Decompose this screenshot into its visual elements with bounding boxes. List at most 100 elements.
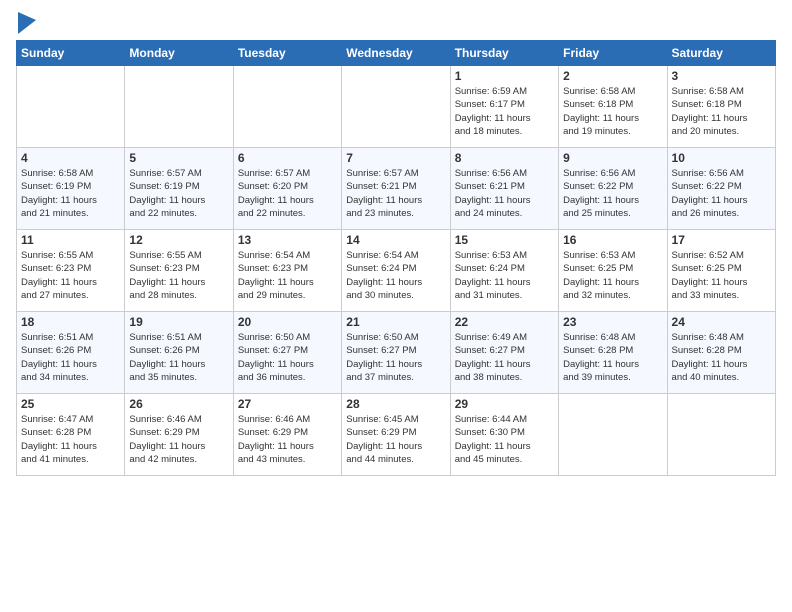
calendar-day-header: Thursday	[450, 41, 558, 66]
calendar-cell: 23 Sunrise: 6:48 AM Sunset: 6:28 PM Dayli…	[559, 312, 667, 394]
day-number: 10	[672, 151, 771, 165]
calendar-cell	[559, 394, 667, 476]
day-number: 1	[455, 69, 554, 83]
day-number: 20	[238, 315, 337, 329]
calendar-day-header: Tuesday	[233, 41, 341, 66]
day-number: 8	[455, 151, 554, 165]
cell-info: Sunrise: 6:58 AM Sunset: 6:18 PM Dayligh…	[563, 85, 662, 138]
day-number: 16	[563, 233, 662, 247]
day-number: 7	[346, 151, 445, 165]
cell-info: Sunrise: 6:51 AM Sunset: 6:26 PM Dayligh…	[21, 331, 120, 384]
cell-info: Sunrise: 6:59 AM Sunset: 6:17 PM Dayligh…	[455, 85, 554, 138]
calendar-week-row: 18 Sunrise: 6:51 AM Sunset: 6:26 PM Dayli…	[17, 312, 776, 394]
calendar-cell	[233, 66, 341, 148]
calendar-cell: 12 Sunrise: 6:55 AM Sunset: 6:23 PM Dayli…	[125, 230, 233, 312]
calendar-cell: 2 Sunrise: 6:58 AM Sunset: 6:18 PM Daylig…	[559, 66, 667, 148]
cell-info: Sunrise: 6:45 AM Sunset: 6:29 PM Dayligh…	[346, 413, 445, 466]
calendar-cell: 3 Sunrise: 6:58 AM Sunset: 6:18 PM Daylig…	[667, 66, 775, 148]
cell-info: Sunrise: 6:53 AM Sunset: 6:24 PM Dayligh…	[455, 249, 554, 302]
cell-info: Sunrise: 6:47 AM Sunset: 6:28 PM Dayligh…	[21, 413, 120, 466]
calendar-cell: 26 Sunrise: 6:46 AM Sunset: 6:29 PM Dayli…	[125, 394, 233, 476]
calendar-day-header: Saturday	[667, 41, 775, 66]
calendar-cell: 27 Sunrise: 6:46 AM Sunset: 6:29 PM Dayli…	[233, 394, 341, 476]
calendar-cell: 11 Sunrise: 6:55 AM Sunset: 6:23 PM Dayli…	[17, 230, 125, 312]
calendar-day-header: Wednesday	[342, 41, 450, 66]
calendar-header-row: SundayMondayTuesdayWednesdayThursdayFrid…	[17, 41, 776, 66]
cell-info: Sunrise: 6:57 AM Sunset: 6:20 PM Dayligh…	[238, 167, 337, 220]
day-number: 9	[563, 151, 662, 165]
calendar-cell: 9 Sunrise: 6:56 AM Sunset: 6:22 PM Daylig…	[559, 148, 667, 230]
day-number: 18	[21, 315, 120, 329]
calendar-cell: 6Sunrise: 6:57 AM Sunset: 6:20 PM Daylig…	[233, 148, 341, 230]
cell-info: Sunrise: 6:48 AM Sunset: 6:28 PM Dayligh…	[563, 331, 662, 384]
cell-info: Sunrise: 6:52 AM Sunset: 6:25 PM Dayligh…	[672, 249, 771, 302]
calendar-cell: 13 Sunrise: 6:54 AM Sunset: 6:23 PM Dayli…	[233, 230, 341, 312]
calendar-cell: 4Sunrise: 6:58 AM Sunset: 6:19 PM Daylig…	[17, 148, 125, 230]
day-number: 13	[238, 233, 337, 247]
day-number: 19	[129, 315, 228, 329]
day-number: 27	[238, 397, 337, 411]
day-number: 11	[21, 233, 120, 247]
cell-info: Sunrise: 6:57 AM Sunset: 6:19 PM Dayligh…	[129, 167, 228, 220]
calendar-cell: 28 Sunrise: 6:45 AM Sunset: 6:29 PM Dayli…	[342, 394, 450, 476]
calendar-cell: 14Sunrise: 6:54 AM Sunset: 6:24 PM Dayli…	[342, 230, 450, 312]
cell-info: Sunrise: 6:54 AM Sunset: 6:23 PM Dayligh…	[238, 249, 337, 302]
cell-info: Sunrise: 6:56 AM Sunset: 6:22 PM Dayligh…	[672, 167, 771, 220]
calendar-cell: 24 Sunrise: 6:48 AM Sunset: 6:28 PM Dayli…	[667, 312, 775, 394]
cell-info: Sunrise: 6:56 AM Sunset: 6:21 PM Dayligh…	[455, 167, 554, 220]
day-number: 3	[672, 69, 771, 83]
calendar-cell: 21 Sunrise: 6:50 AM Sunset: 6:27 PM Dayli…	[342, 312, 450, 394]
cell-info: Sunrise: 6:53 AM Sunset: 6:25 PM Dayligh…	[563, 249, 662, 302]
day-number: 12	[129, 233, 228, 247]
day-number: 22	[455, 315, 554, 329]
calendar-week-row: 25 Sunrise: 6:47 AM Sunset: 6:28 PM Dayli…	[17, 394, 776, 476]
cell-info: Sunrise: 6:46 AM Sunset: 6:29 PM Dayligh…	[238, 413, 337, 466]
calendar-cell: 15 Sunrise: 6:53 AM Sunset: 6:24 PM Dayli…	[450, 230, 558, 312]
calendar-cell	[667, 394, 775, 476]
day-number: 17	[672, 233, 771, 247]
calendar-cell	[17, 66, 125, 148]
day-number: 21	[346, 315, 445, 329]
cell-info: Sunrise: 6:55 AM Sunset: 6:23 PM Dayligh…	[129, 249, 228, 302]
cell-info: Sunrise: 6:55 AM Sunset: 6:23 PM Dayligh…	[21, 249, 120, 302]
cell-info: Sunrise: 6:56 AM Sunset: 6:22 PM Dayligh…	[563, 167, 662, 220]
day-number: 5	[129, 151, 228, 165]
calendar-day-header: Monday	[125, 41, 233, 66]
calendar-cell: 29Sunrise: 6:44 AM Sunset: 6:30 PM Dayli…	[450, 394, 558, 476]
calendar-cell: 20Sunrise: 6:50 AM Sunset: 6:27 PM Dayli…	[233, 312, 341, 394]
calendar-cell: 16 Sunrise: 6:53 AM Sunset: 6:25 PM Dayli…	[559, 230, 667, 312]
calendar-cell: 18 Sunrise: 6:51 AM Sunset: 6:26 PM Dayli…	[17, 312, 125, 394]
day-number: 2	[563, 69, 662, 83]
cell-info: Sunrise: 6:58 AM Sunset: 6:18 PM Dayligh…	[672, 85, 771, 138]
cell-info: Sunrise: 6:46 AM Sunset: 6:29 PM Dayligh…	[129, 413, 228, 466]
cell-info: Sunrise: 6:57 AM Sunset: 6:21 PM Dayligh…	[346, 167, 445, 220]
day-number: 15	[455, 233, 554, 247]
calendar-cell: 5 Sunrise: 6:57 AM Sunset: 6:19 PM Daylig…	[125, 148, 233, 230]
logo-icon	[18, 12, 36, 34]
day-number: 26	[129, 397, 228, 411]
cell-info: Sunrise: 6:48 AM Sunset: 6:28 PM Dayligh…	[672, 331, 771, 384]
day-number: 29	[455, 397, 554, 411]
day-number: 25	[21, 397, 120, 411]
cell-info: Sunrise: 6:50 AM Sunset: 6:27 PM Dayligh…	[346, 331, 445, 384]
calendar-cell: 25 Sunrise: 6:47 AM Sunset: 6:28 PM Dayli…	[17, 394, 125, 476]
cell-info: Sunrise: 6:51 AM Sunset: 6:26 PM Dayligh…	[129, 331, 228, 384]
cell-info: Sunrise: 6:54 AM Sunset: 6:24 PM Dayligh…	[346, 249, 445, 302]
day-number: 24	[672, 315, 771, 329]
page-header	[16, 12, 776, 34]
calendar-cell: 8 Sunrise: 6:56 AM Sunset: 6:21 PM Daylig…	[450, 148, 558, 230]
calendar-cell: 10 Sunrise: 6:56 AM Sunset: 6:22 PM Dayli…	[667, 148, 775, 230]
cell-info: Sunrise: 6:58 AM Sunset: 6:19 PM Dayligh…	[21, 167, 120, 220]
calendar-day-header: Sunday	[17, 41, 125, 66]
calendar-table: SundayMondayTuesdayWednesdayThursdayFrid…	[16, 40, 776, 476]
calendar-week-row: 1 Sunrise: 6:59 AM Sunset: 6:17 PM Daylig…	[17, 66, 776, 148]
calendar-cell	[125, 66, 233, 148]
day-number: 28	[346, 397, 445, 411]
day-number: 23	[563, 315, 662, 329]
cell-info: Sunrise: 6:49 AM Sunset: 6:27 PM Dayligh…	[455, 331, 554, 384]
calendar-cell: 7 Sunrise: 6:57 AM Sunset: 6:21 PM Daylig…	[342, 148, 450, 230]
logo	[16, 16, 36, 34]
calendar-week-row: 11 Sunrise: 6:55 AM Sunset: 6:23 PM Dayli…	[17, 230, 776, 312]
calendar-day-header: Friday	[559, 41, 667, 66]
calendar-cell: 22 Sunrise: 6:49 AM Sunset: 6:27 PM Dayli…	[450, 312, 558, 394]
